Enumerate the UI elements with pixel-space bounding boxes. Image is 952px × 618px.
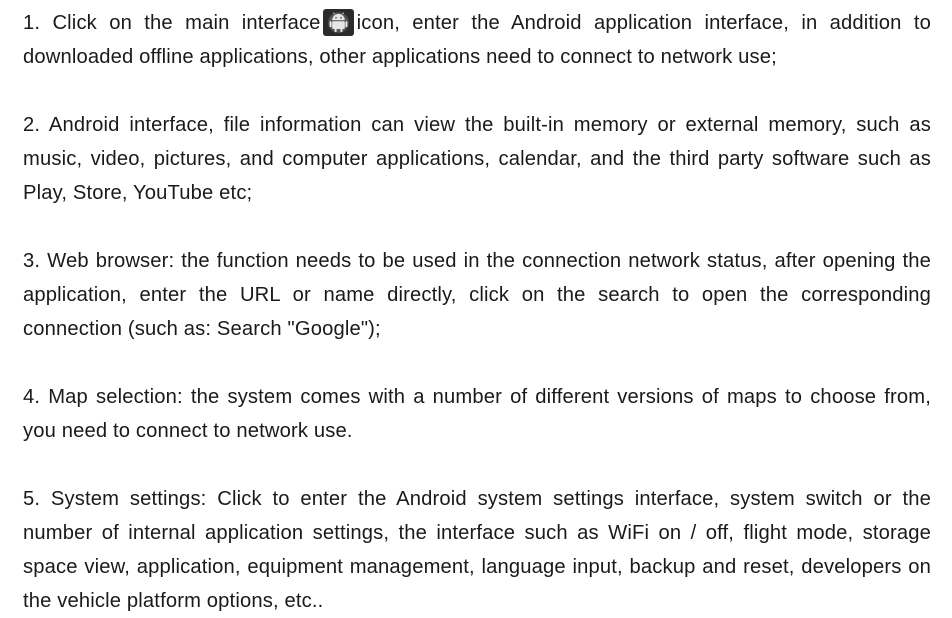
paragraph-1: 1. Click on the main interface icon, ent… (23, 6, 931, 74)
android-icon (322, 9, 354, 36)
document-body: 1. Click on the main interface icon, ent… (23, 6, 931, 618)
paragraph-5: 5. System settings: Click to enter the A… (23, 488, 931, 612)
paragraph-3: 3. Web browser: the function needs to be… (23, 250, 931, 340)
paragraph-4: 4. Map selection: the system comes with … (23, 386, 931, 442)
paragraph-2: 2. Android interface, file information c… (23, 114, 931, 204)
paragraph-1-lead: 1. Click on the main interface (23, 12, 321, 34)
